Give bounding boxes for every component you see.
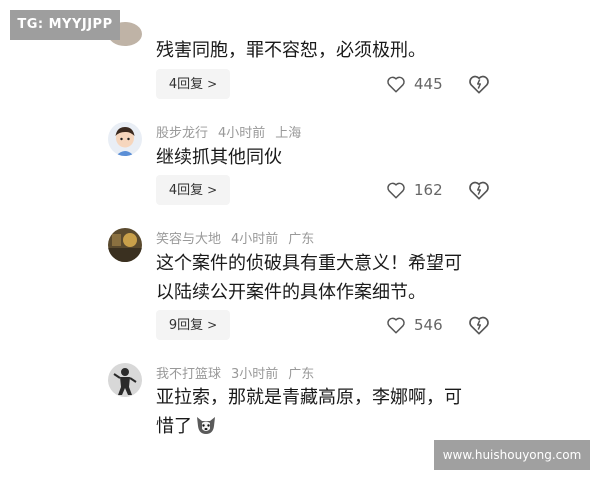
like-button[interactable]: 546	[386, 313, 443, 337]
reply-label: 9回复	[168, 318, 204, 333]
comment-text-line: 亚拉索，那就是青藏高原，李娜啊，可	[156, 387, 462, 408]
like-button[interactable]: 162	[386, 178, 443, 202]
broken-heart-icon[interactable]	[468, 179, 490, 201]
broken-heart-icon[interactable]	[468, 73, 490, 95]
broken-heart-icon[interactable]	[468, 314, 490, 336]
avatar-basketball-player	[108, 363, 142, 397]
comment-text: 亚拉索，那就是青藏高原，李娜啊，可 惜了	[156, 383, 496, 441]
timestamp: 3小时前	[231, 367, 279, 382]
avatar-cartoon-boy	[108, 122, 142, 156]
reply-button[interactable]: 4回复 >	[156, 175, 230, 205]
comment-text: 残害同胞，罪不容恕，必须极刑。	[156, 40, 426, 61]
username[interactable]: 我不打篮球	[156, 367, 221, 382]
comment-text-line: 这个案件的侦破具有重大意义！希望可	[156, 253, 462, 274]
location: 广东	[288, 367, 315, 382]
dog-emoji-icon	[197, 417, 215, 434]
watermark-site: www.huishouyong.com	[434, 440, 590, 470]
heart-icon	[387, 76, 405, 93]
reply-label: 4回复	[168, 77, 204, 92]
location: 上海	[275, 126, 302, 141]
comment-text-line: 惜了	[156, 412, 496, 441]
heart-icon	[387, 317, 405, 334]
reply-button[interactable]: 9回复 >	[156, 310, 230, 340]
comment-meta: 股步龙行 4小时前 上海	[156, 122, 311, 141]
comment-text: 这个案件的侦破具有重大意义！希望可 以陆续公开案件的具体作案细节。	[156, 249, 496, 307]
comment-meta: 我不打篮球 3小时前 广东	[156, 363, 324, 382]
timestamp: 4小时前	[231, 232, 279, 247]
chevron-right-icon: >	[207, 183, 218, 197]
chevron-right-icon: >	[207, 77, 218, 91]
username[interactable]: 笑容与大地	[156, 232, 221, 247]
like-button[interactable]: 445	[386, 72, 443, 96]
reply-button[interactable]: 4回复 >	[156, 69, 230, 99]
comment-text-line: 以陆续公开案件的具体作案细节。	[156, 282, 426, 303]
watermark-tg: TG: MYYJJPP	[10, 10, 120, 40]
like-count: 546	[414, 316, 443, 334]
chevron-right-icon: >	[207, 318, 218, 332]
avatar-photo	[108, 228, 142, 262]
location: 广东	[288, 232, 315, 247]
comment-meta: 笑容与大地 4小时前 广东	[156, 228, 324, 247]
like-count: 445	[414, 75, 443, 93]
reply-label: 4回复	[168, 183, 204, 198]
comment-text: 继续抓其他同伙	[156, 147, 282, 168]
avatar[interactable]	[108, 363, 142, 397]
avatar[interactable]	[108, 228, 142, 262]
comment-text-tail: 惜了	[156, 416, 192, 437]
username[interactable]: 股步龙行	[156, 126, 208, 141]
like-count: 162	[414, 181, 443, 199]
heart-icon	[387, 182, 405, 199]
timestamp: 4小时前	[218, 126, 266, 141]
avatar[interactable]	[108, 122, 142, 156]
